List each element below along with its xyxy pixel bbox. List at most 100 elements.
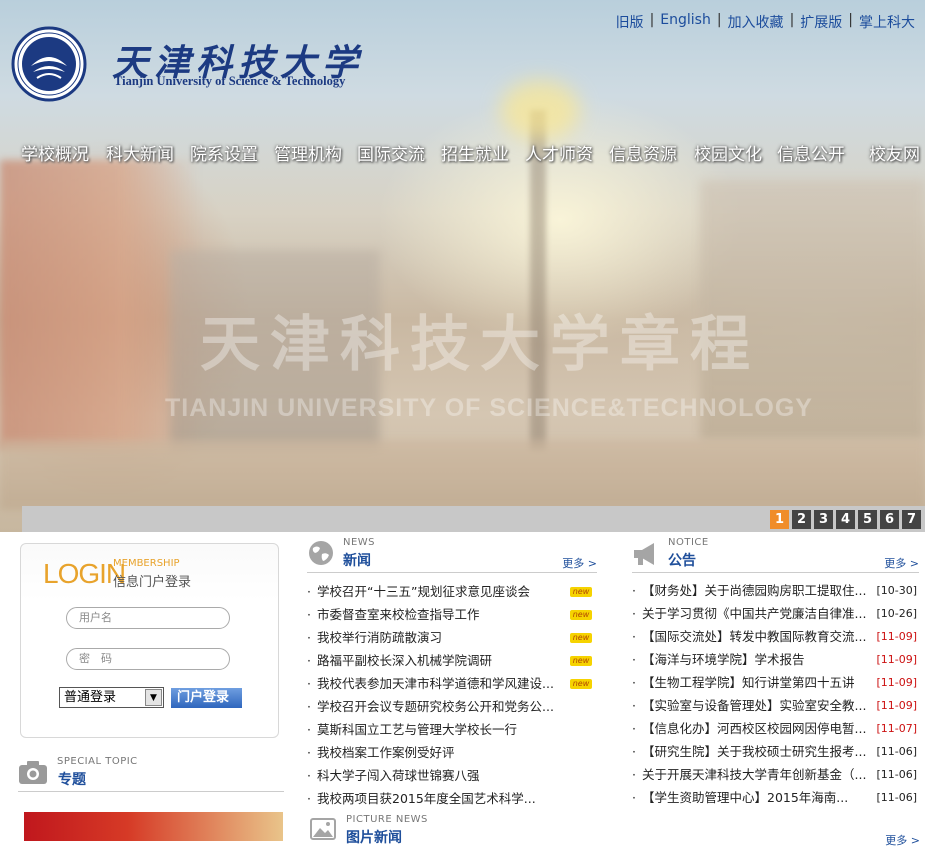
login-membership-label: MEMBERSHIP <box>113 558 180 569</box>
notice-item[interactable]: · 关于开展天津科技大学青年创新基金（... [11-06] <box>632 763 919 786</box>
notice-item-title: 【实验室与设备管理处】实验室安全教... <box>642 698 867 713</box>
camera-icon <box>19 761 47 784</box>
nav-item-admissions[interactable]: 招生就业 <box>441 140 509 165</box>
notice-item-date: [11-09] <box>876 630 917 643</box>
nav-item-about[interactable]: 学校概况 <box>21 140 89 165</box>
main-nav: 学校概况 科大新闻 院系设置 管理机构 国际交流 招生就业 人才师资 信息资源 … <box>0 140 925 166</box>
notice-item[interactable]: · 关于学习贯彻《中国共产党廉洁自律准... [10-26] <box>632 602 919 625</box>
notice-item[interactable]: · 【信息化办】河西校区校园网因停电暂... [11-07] <box>632 717 919 740</box>
news-item[interactable]: · 学校召开“十三五”规划征求意见座谈会 new <box>307 580 592 603</box>
top-link-separator: | <box>789 12 795 28</box>
slider-bar: 1 2 3 4 5 6 7 <box>22 506 925 532</box>
password-input[interactable]: 密 码 <box>66 648 230 670</box>
news-item-title: 我校两项目获2015年度全国艺术科学... <box>317 791 536 806</box>
nav-item-disclosure[interactable]: 信息公开 <box>777 140 845 165</box>
picture-news-more-link[interactable]: 更多 > <box>885 832 920 848</box>
special-topic-banner[interactable] <box>24 812 283 841</box>
top-link-extended[interactable]: 扩展版 <box>800 12 842 32</box>
nav-item-news[interactable]: 科大新闻 <box>106 140 174 165</box>
nav-item-international[interactable]: 国际交流 <box>357 140 425 165</box>
news-item[interactable]: · 我校代表参加天津市科学道德和学风建设... new <box>307 672 592 695</box>
news-item[interactable]: · 我校两项目获2015年度全国艺术科学... <box>307 787 592 810</box>
news-item-title: 我校档案工作案例受好评 <box>317 745 455 760</box>
top-link-english[interactable]: English <box>660 12 711 32</box>
nav-item-administration[interactable]: 管理机构 <box>274 140 342 165</box>
notice-item-date: [11-06] <box>876 745 917 758</box>
chevron-down-icon[interactable]: ▼ <box>145 689 162 706</box>
news-item[interactable]: · 市委督查室来校检查指导工作 new <box>307 603 592 626</box>
notice-item[interactable]: · 【海洋与环境学院】学术报告 [11-09] <box>632 648 919 671</box>
picture-news-en: PICTURE NEWS <box>346 814 428 825</box>
news-item-title: 莫斯科国立工艺与管理大学校长一行 <box>317 722 518 737</box>
slide-dot-2[interactable]: 2 <box>792 510 811 529</box>
news-title[interactable]: 新闻 <box>343 550 371 570</box>
notice-item-title: 【生物工程学院】知行讲堂第四十五讲 <box>642 675 855 690</box>
picture-news-title[interactable]: 图片新闻 <box>346 827 402 847</box>
hero-banner[interactable]: 天津科技大学章程 TIANJIN UNIVERSITY OF SCIENCE&T… <box>0 0 925 532</box>
top-link-separator: | <box>716 12 722 28</box>
news-item-title: 学校召开会议专题研究校务公开和党务公... <box>317 699 554 714</box>
notice-item-date: [11-06] <box>876 768 917 781</box>
nav-item-faculty[interactable]: 人才师资 <box>525 140 593 165</box>
top-link-bookmark[interactable]: 加入收藏 <box>728 12 784 32</box>
notice-item-date: [10-26] <box>876 607 917 620</box>
news-item[interactable]: · 莫斯科国立工艺与管理大学校长一行 <box>307 718 592 741</box>
banner-watermark-en: TIANJIN UNIVERSITY OF SCIENCE&TECHNOLOGY <box>165 394 813 422</box>
slide-dot-6[interactable]: 6 <box>880 510 899 529</box>
notice-item-date: [11-06] <box>876 791 917 804</box>
notice-item[interactable]: · 【财务处】关于尚德园购房职工提取住... [10-30] <box>632 579 919 602</box>
notice-item-title: 【研究生院】关于我校硕士研究生报考... <box>642 744 867 759</box>
notice-item-date: [11-07] <box>876 722 917 735</box>
notice-item-date: [11-09] <box>876 653 917 666</box>
top-link-separator: | <box>848 12 853 28</box>
notice-more-link[interactable]: 更多 > <box>884 555 919 571</box>
news-item[interactable]: · 学校召开会议专题研究校务公开和党务公... <box>307 695 592 718</box>
new-badge: new <box>570 679 592 689</box>
news-item-title: 科大学子闯入荷球世锦赛八强 <box>317 768 480 783</box>
nav-item-campus-culture[interactable]: 校园文化 <box>694 140 762 165</box>
university-emblem-icon[interactable] <box>11 26 87 102</box>
username-input[interactable]: 用户名 <box>66 607 230 629</box>
logo-english-name[interactable]: Tianjin University of Science & Technolo… <box>114 74 345 89</box>
news-item-title: 我校代表参加天津市科学道德和学风建设... <box>317 676 554 691</box>
slide-dot-5[interactable]: 5 <box>858 510 877 529</box>
news-item[interactable]: · 科大学子闯入荷球世锦赛八强 <box>307 764 592 787</box>
news-item-title: 学校召开“十三五”规划征求意见座谈会 <box>317 584 530 599</box>
news-more-link[interactable]: 更多 > <box>562 555 597 571</box>
special-topic-title[interactable]: 专题 <box>58 769 86 789</box>
news-en: NEWS <box>343 537 376 548</box>
login-subtitle: 信息门户登录 <box>113 575 192 590</box>
notice-item[interactable]: · 【研究生院】关于我校硕士研究生报考... [11-06] <box>632 740 919 763</box>
megaphone-icon <box>634 543 654 565</box>
notice-title[interactable]: 公告 <box>668 550 696 570</box>
notice-item[interactable]: · 【实验室与设备管理处】实验室安全教... [11-09] <box>632 694 919 717</box>
slide-dot-4[interactable]: 4 <box>836 510 855 529</box>
login-panel: LOGIN MEMBERSHIP 信息门户登录 用户名 密 码 普通登录 ▼ 门… <box>20 543 279 738</box>
slide-dot-3[interactable]: 3 <box>814 510 833 529</box>
news-item[interactable]: · 我校档案工作案例受好评 <box>307 741 592 764</box>
notice-item[interactable]: · 【国际交流处】转发中教国际教育交流... [11-09] <box>632 625 919 648</box>
nav-item-resources[interactable]: 信息资源 <box>609 140 677 165</box>
special-topic-header: SPECIAL TOPIC 专题 <box>18 756 284 792</box>
news-item[interactable]: · 我校举行消防疏散演习 new <box>307 626 592 649</box>
notice-item[interactable]: · 【生物工程学院】知行讲堂第四十五讲 [11-09] <box>632 671 919 694</box>
slide-dot-1[interactable]: 1 <box>770 510 789 529</box>
notice-item-title: 【海洋与环境学院】学术报告 <box>642 652 805 667</box>
news-item-title: 我校举行消防疏散演习 <box>317 630 443 645</box>
notice-header: NOTICE 公告 更多 > <box>632 537 919 573</box>
new-badge: new <box>570 587 592 597</box>
banner-watermark-cn: 天津科技大学章程 <box>200 310 760 380</box>
nav-item-alumni[interactable]: 校友网 <box>869 140 920 165</box>
top-link-old-version[interactable]: 旧版 <box>616 12 644 32</box>
nav-item-departments[interactable]: 院系设置 <box>190 140 258 165</box>
top-link-mobile[interactable]: 掌上科大 <box>859 12 915 32</box>
slide-dot-7[interactable]: 7 <box>902 510 921 529</box>
notice-item-title: 关于开展天津科技大学青年创新基金（... <box>642 767 867 782</box>
login-type-select[interactable]: 普通登录 ▼ <box>59 687 164 708</box>
login-type-value: 普通登录 <box>64 690 117 705</box>
globe-icon <box>309 541 333 565</box>
portal-login-button[interactable]: 门户登录 <box>171 688 242 708</box>
news-item[interactable]: · 路福平副校长深入机械学院调研 new <box>307 649 592 672</box>
special-topic-en: SPECIAL TOPIC <box>57 756 138 767</box>
notice-item[interactable]: · 【学生资助管理中心】2015年海南... [11-06] <box>632 786 919 809</box>
